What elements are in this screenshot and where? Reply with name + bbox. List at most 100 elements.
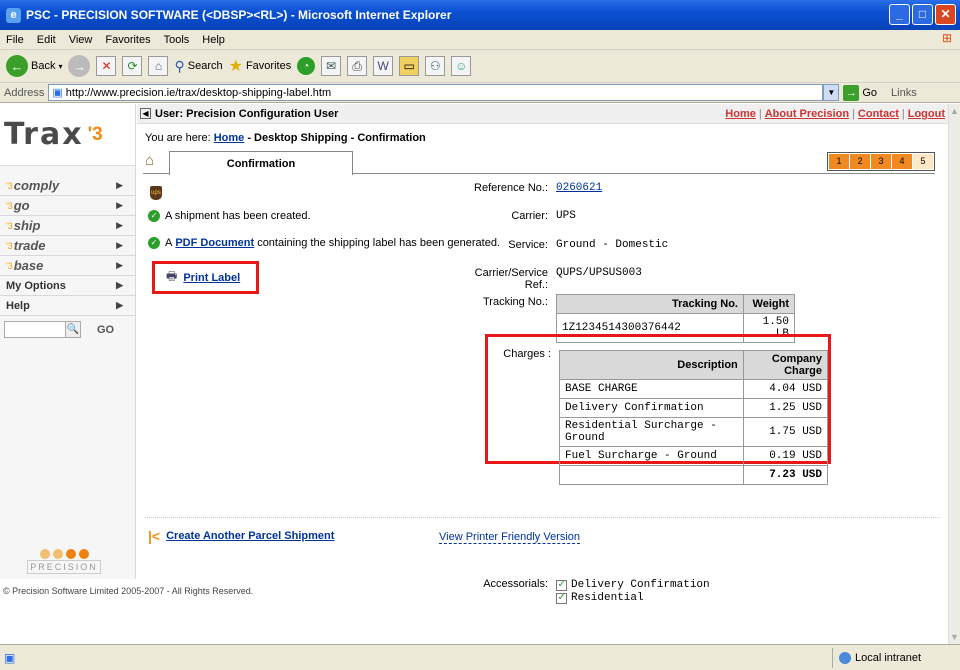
reference-link[interactable]: 0260621: [556, 182, 602, 194]
home-link[interactable]: Home: [725, 108, 756, 120]
message-text: A shipment has been created.: [165, 210, 311, 222]
nav-prefix: '3: [6, 220, 13, 231]
sidebar-item-comply[interactable]: '3 comply ▶: [0, 176, 135, 196]
charges-table: Description Company Charge BASE CHARGE 4…: [559, 350, 829, 485]
address-dropdown-icon[interactable]: ▼: [823, 84, 840, 101]
home-tab-icon[interactable]: ⌂: [145, 152, 154, 169]
charge-description: BASE CHARGE: [559, 379, 744, 399]
page-status-icon: ▣: [4, 650, 16, 665]
breadcrumb-trail: - Desktop Shipping - Confirmation: [244, 132, 426, 144]
breadcrumb-home-link[interactable]: Home: [214, 132, 245, 144]
magnifier-icon[interactable]: 🔍: [65, 321, 81, 338]
printer-friendly-link[interactable]: View Printer Friendly Version: [439, 531, 581, 544]
sidebar-item-trade[interactable]: '3 trade ▶: [0, 236, 135, 256]
chevron-right-icon: ▶: [116, 300, 123, 310]
edit-icon[interactable]: W: [373, 56, 394, 76]
go-label: Go: [862, 86, 878, 99]
history-icon[interactable]: ◔: [297, 57, 316, 75]
accessorials-label: Accessorials:: [483, 578, 548, 590]
menu-help[interactable]: Help: [202, 34, 225, 46]
nav-label: trade: [13, 238, 46, 253]
ie-icon: e: [6, 7, 21, 23]
tab-confirmation[interactable]: Confirmation: [169, 151, 353, 175]
window-title: PSC - PRECISION SOFTWARE (<DBSP><RL>) - …: [26, 8, 452, 22]
shipment-created-message: ✓ A shipment has been created.: [148, 210, 311, 222]
collapse-sidebar-icon[interactable]: ◀: [140, 108, 151, 119]
contact-link[interactable]: Contact: [858, 108, 899, 120]
menu-favorites[interactable]: Favorites: [105, 34, 150, 46]
trax-logo[interactable]: Trax '3: [0, 104, 135, 166]
stop-icon[interactable]: ✕: [96, 56, 117, 76]
sidebar-item-help[interactable]: Help ▶: [0, 296, 135, 316]
printer-icon: 🖶: [166, 269, 178, 283]
service-label: Service:: [508, 239, 548, 251]
links-button[interactable]: Links: [891, 87, 917, 99]
vertical-scrollbar[interactable]: ▲ ▼: [948, 104, 960, 644]
chevron-right-icon: ▶: [116, 220, 123, 230]
home-icon[interactable]: ⌂: [148, 56, 169, 76]
trax-logo-year: '3: [87, 123, 103, 145]
reference-value: 0260621: [556, 182, 602, 194]
sidebar: Trax '3 '3 comply ▶ '3 go ▶ '3 ship ▶ '3…: [0, 104, 136, 579]
intranet-globe-icon: [839, 652, 851, 664]
sidebar-nav: '3 comply ▶ '3 go ▶ '3 ship ▶ '3 trade ▶…: [0, 176, 135, 316]
address-input[interactable]: ▣ http://www.precision.ie/trax/desktop-s…: [48, 84, 824, 101]
precision-dots-icon: [8, 549, 120, 559]
search-button[interactable]: ⚲ Search: [174, 58, 222, 75]
refresh-icon[interactable]: ⟳: [122, 56, 143, 76]
back-dropdown-icon[interactable]: ▾: [58, 62, 62, 71]
reference-label: Reference No.:: [474, 182, 548, 194]
nav-prefix: '3: [6, 260, 13, 271]
chevron-right-icon: ▶: [116, 180, 123, 190]
search-go-button[interactable]: GO: [97, 324, 114, 336]
accessorial-item: ✓ Delivery Confirmation: [556, 579, 710, 591]
favorites-button[interactable]: ★ Favorites: [229, 56, 292, 76]
step-3[interactable]: 3: [871, 154, 891, 169]
precision-logo: PRECISION: [8, 549, 120, 574]
total-row: 7.23 USD: [559, 465, 829, 485]
print-label-link[interactable]: Print Label: [183, 272, 240, 284]
menu-bar: File Edit View Favorites Tools Help: [0, 30, 960, 50]
folder-icon[interactable]: ▭: [399, 56, 420, 76]
scroll-up-icon[interactable]: ▲: [950, 106, 959, 116]
print-icon[interactable]: ⎙: [347, 56, 368, 76]
pdf-generated-message: ✓ A PDF Document containing the shipping…: [148, 237, 500, 249]
menu-file[interactable]: File: [6, 34, 24, 46]
back-arrow-icon: ←: [6, 55, 28, 77]
minimize-button[interactable]: _: [889, 4, 910, 25]
total-description: [559, 465, 744, 485]
pdf-document-link[interactable]: PDF Document: [175, 237, 254, 249]
copyright: © Precision Software Limited 2005-2007 -…: [3, 586, 254, 596]
maximize-button[interactable]: □: [912, 4, 933, 25]
scroll-down-icon[interactable]: ▼: [950, 632, 959, 642]
logout-link[interactable]: Logout: [908, 108, 945, 120]
mail-icon[interactable]: ✉: [321, 56, 342, 76]
nav-label: My Options: [6, 279, 66, 292]
carrier-service-ref-value: QUPS/UPSUS003: [556, 267, 642, 279]
messenger-icon[interactable]: ☺: [451, 56, 472, 76]
accessorial-label: Delivery Confirmation: [571, 579, 710, 591]
close-button[interactable]: ✕: [935, 4, 956, 25]
search-input[interactable]: [4, 321, 66, 338]
sidebar-item-my-options[interactable]: My Options ▶: [0, 276, 135, 296]
menu-view[interactable]: View: [69, 34, 93, 46]
carrier-label: Carrier:: [511, 210, 548, 222]
nav-prefix: '3: [6, 200, 13, 211]
research-icon[interactable]: ⚇: [425, 56, 446, 76]
sidebar-item-go[interactable]: '3 go ▶: [0, 196, 135, 216]
step-2[interactable]: 2: [850, 154, 870, 169]
menu-edit[interactable]: Edit: [37, 34, 56, 46]
create-shipment-link[interactable]: Create Another Parcel Shipment: [166, 530, 334, 542]
go-button[interactable]: → Go: [843, 84, 878, 101]
about-link[interactable]: About Precision: [765, 108, 849, 120]
forward-button[interactable]: →: [68, 55, 91, 77]
back-button[interactable]: ← Back ▾: [6, 55, 62, 77]
step-4[interactable]: 4: [892, 154, 912, 169]
sidebar-item-base[interactable]: '3 base ▶: [0, 256, 135, 276]
top-links: Home | About Precision | Contact | Logout: [725, 108, 945, 120]
step-5[interactable]: 5: [913, 154, 933, 169]
menu-tools[interactable]: Tools: [164, 34, 190, 46]
step-1[interactable]: 1: [829, 154, 849, 169]
sidebar-item-ship[interactable]: '3 ship ▶: [0, 216, 135, 236]
charge-amount: 4.04 USD: [742, 379, 829, 399]
